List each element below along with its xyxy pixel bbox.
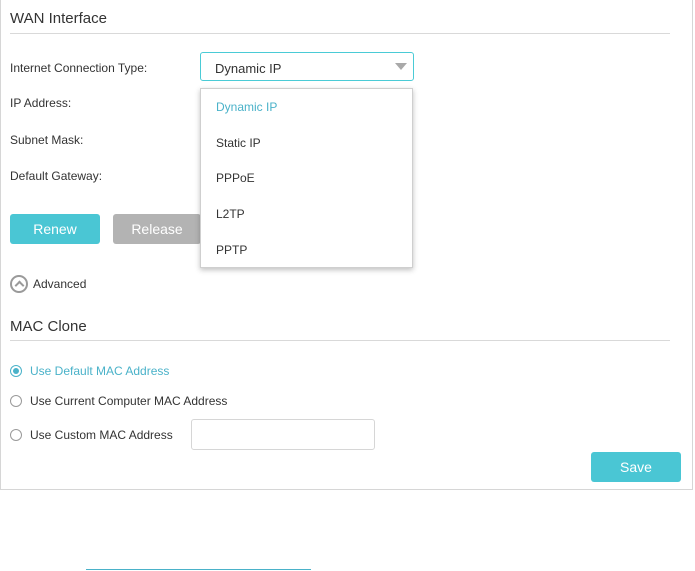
custom-mac-input[interactable]	[191, 419, 375, 450]
connection-type-dropdown: Dynamic IP Static IP PPPoE L2TP PPTP	[200, 88, 413, 268]
connection-type-select[interactable]: Dynamic IP	[200, 52, 414, 81]
advanced-toggle[interactable]: Advanced	[33, 277, 86, 291]
subnet-mask-label: Subnet Mask:	[10, 133, 84, 147]
option-pptp[interactable]: PPTP	[216, 243, 247, 257]
option-l2tp[interactable]: L2TP	[216, 207, 245, 221]
wan-interface-title: WAN Interface	[10, 10, 107, 27]
radio-label-custom-mac[interactable]: Use Custom MAC Address	[30, 428, 173, 442]
radio-custom-mac[interactable]	[10, 429, 22, 441]
option-pppoe[interactable]: PPPoE	[216, 171, 255, 185]
default-gateway-label: Default Gateway:	[10, 169, 103, 183]
release-button[interactable]: Release	[113, 214, 201, 244]
connection-type-value: Dynamic IP	[215, 61, 282, 76]
chevron-down-icon	[395, 63, 407, 70]
divider-line	[86, 569, 311, 570]
connection-type-label: Internet Connection Type:	[10, 61, 148, 75]
radio-current-computer-mac[interactable]	[10, 395, 22, 407]
save-button[interactable]: Save	[591, 452, 681, 482]
radio-label-default-mac[interactable]: Use Default MAC Address	[30, 364, 169, 378]
section-divider	[10, 340, 670, 341]
option-static-ip[interactable]: Static IP	[216, 136, 261, 150]
chevron-up-circle-icon[interactable]	[10, 275, 28, 293]
ip-address-label: IP Address:	[10, 96, 72, 110]
mac-clone-title: MAC Clone	[10, 318, 87, 335]
renew-button[interactable]: Renew	[10, 214, 100, 244]
radio-label-current-computer-mac[interactable]: Use Current Computer MAC Address	[30, 394, 227, 408]
option-dynamic-ip[interactable]: Dynamic IP	[216, 100, 277, 114]
section-divider	[10, 33, 670, 34]
radio-default-mac[interactable]	[10, 365, 22, 377]
